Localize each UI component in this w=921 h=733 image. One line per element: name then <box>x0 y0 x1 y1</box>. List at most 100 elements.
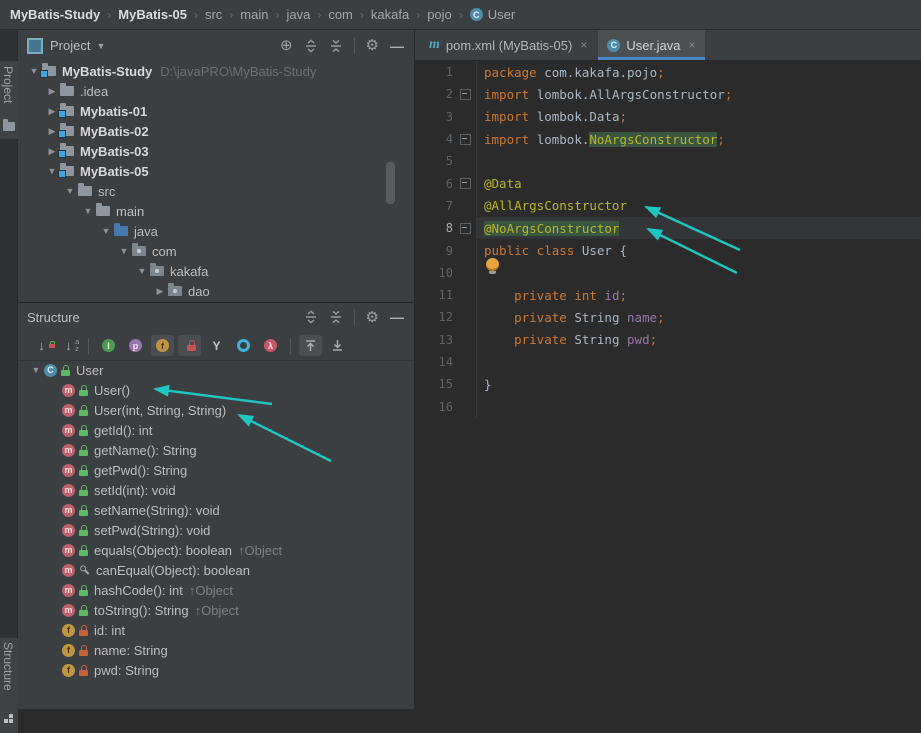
structure-tree-item[interactable]: m toString(): String ↑Object <box>18 600 414 620</box>
method-icon: m <box>62 503 75 517</box>
chevron-expanded-icon[interactable]: ▼ <box>116 246 132 256</box>
code-line[interactable]: 1 package com.kakafa.pojo; <box>415 61 921 84</box>
code-text: private int id; <box>476 283 921 307</box>
breadcrumb-separator: › <box>275 7 280 22</box>
structure-tree-item[interactable]: ▼ C User <box>18 360 414 380</box>
autoscroll-to-source-icon[interactable] <box>299 335 322 356</box>
project-tree-item[interactable]: ▶ MyBatis-03 <box>18 141 414 161</box>
project-tree-item[interactable]: ▼ src <box>18 181 414 201</box>
code-editor[interactable]: 1 package com.kakafa.pojo; 2 import lombok.… <box>415 60 921 709</box>
breadcrumb-item[interactable]: com <box>328 7 353 22</box>
show-lambdas-icon[interactable]: λ <box>259 335 282 356</box>
chevron-expanded-icon[interactable]: ▼ <box>28 365 44 375</box>
settings-icon[interactable]: ⚙ <box>366 38 379 53</box>
structure-tree-item[interactable]: m canEqual(Object): boolean <box>18 560 414 580</box>
structure-tree-item[interactable]: m setPwd(String): void <box>18 520 414 540</box>
chevron-down-icon[interactable]: ▼ <box>96 41 105 51</box>
fold-marker-icon[interactable] <box>460 88 471 100</box>
code-line[interactable]: 5 <box>415 150 921 173</box>
structure-tree-item[interactable]: m getId(): int <box>18 420 414 440</box>
project-tree-item[interactable]: ▶ .idea <box>18 81 414 101</box>
breadcrumb-item[interactable]: C User <box>469 7 515 22</box>
show-open-classes-icon[interactable] <box>232 335 255 356</box>
structure-tree-item[interactable]: m hashCode(): int ↑Object <box>18 580 414 600</box>
project-tree-item[interactable]: ▼ kakafa <box>18 261 414 281</box>
project-tree-item[interactable]: ▼ MyBatis-05 <box>18 161 414 181</box>
structure-item-label: setId(int): void <box>94 482 176 498</box>
chevron-expanded-icon[interactable]: ▼ <box>134 266 150 276</box>
locate-icon[interactable]: ⊕ <box>280 38 293 53</box>
project-scrollbar[interactable] <box>386 162 395 204</box>
code-line[interactable]: 2 import lombok.AllArgsConstructor; <box>415 83 921 106</box>
settings-icon[interactable]: ⚙ <box>366 310 379 325</box>
structure-tree-item[interactable]: m getName(): String <box>18 440 414 460</box>
code-line[interactable]: 7 @AllArgsConstructor <box>415 194 921 218</box>
structure-tree-item[interactable]: f name: String <box>18 640 414 660</box>
chevron-expanded-icon[interactable]: ▼ <box>62 186 78 196</box>
code-text <box>476 350 921 374</box>
structure-tree-item[interactable]: f pwd: String <box>18 660 414 680</box>
code-line[interactable]: 11 private int id; <box>415 283 921 307</box>
project-tree-item[interactable]: ▼ java <box>18 221 414 241</box>
sort-alphabetically-icon[interactable]: ↓ a z <box>57 335 80 356</box>
breadcrumb-item[interactable]: src <box>205 7 222 22</box>
fold-marker-icon[interactable] <box>460 222 471 234</box>
structure-tree-item[interactable]: m User() <box>18 380 414 400</box>
tool-button-structure[interactable]: Structure <box>0 638 18 733</box>
autoscroll-from-source-icon[interactable] <box>326 335 349 356</box>
fold-marker-icon[interactable] <box>460 178 471 190</box>
intention-bulb-icon[interactable] <box>486 258 499 274</box>
code-line[interactable]: 16 <box>415 395 921 418</box>
show-anonymous-classes-icon[interactable]: Y <box>205 335 228 356</box>
code-line[interactable]: 4 import lombok. NoArgsConstructor; <box>415 127 921 151</box>
structure-tree-item[interactable]: m setId(int): void <box>18 480 414 500</box>
show-fields-icon[interactable]: f <box>151 335 174 356</box>
tool-button-project[interactable]: Project <box>0 61 18 139</box>
breadcrumb-item[interactable]: kakafa <box>371 7 409 22</box>
breadcrumb-item[interactable]: java <box>286 7 310 22</box>
close-icon[interactable]: × <box>689 38 696 52</box>
structure-tree-item[interactable]: m User(int, String, String) <box>18 400 414 420</box>
project-tree-item[interactable]: ▼ com <box>18 241 414 261</box>
code-line[interactable]: 15} <box>415 373 921 396</box>
editor-tab[interactable]: C User.java × <box>598 30 705 60</box>
editor-tab[interactable]: m pom.xml (MyBatis-05) × <box>420 30 596 60</box>
expand-all-icon[interactable] <box>304 38 318 53</box>
structure-tree-item[interactable]: m getPwd(): String <box>18 460 414 480</box>
collapse-all-icon[interactable] <box>329 39 343 53</box>
code-line[interactable]: 14 <box>415 350 921 374</box>
project-tree-item[interactable]: ▶ MyBatis-02 <box>18 121 414 141</box>
structure-tree-item[interactable]: m equals(Object): boolean ↑Object <box>18 540 414 560</box>
breadcrumb-item[interactable]: pojo <box>427 7 452 22</box>
code-line[interactable]: 8 @NoArgsConstructor <box>415 217 921 240</box>
code-line[interactable]: 6 @Data <box>415 172 921 195</box>
chevron-collapsed-icon[interactable]: ▶ <box>44 86 60 97</box>
code-line[interactable]: 12 private String name; <box>415 306 921 329</box>
code-line[interactable]: 3 import lombok.Data; <box>415 105 921 128</box>
show-inherited-icon[interactable]: I <box>97 335 120 356</box>
hide-icon[interactable]: — <box>390 310 404 324</box>
code-text: package com.kakafa.pojo; <box>476 61 921 84</box>
chevron-collapsed-icon[interactable]: ▶ <box>152 286 168 297</box>
line-number: 4 <box>445 132 453 147</box>
project-tree-item[interactable]: ▶ dao <box>18 281 414 301</box>
fold-marker-icon[interactable] <box>460 133 471 145</box>
chevron-expanded-icon[interactable]: ▼ <box>80 206 96 216</box>
close-icon[interactable]: × <box>580 38 587 52</box>
show-non-public-icon[interactable] <box>178 335 201 356</box>
breadcrumb-item[interactable]: MyBatis-05 <box>118 7 187 22</box>
code-line[interactable]: 13 private String pwd; <box>415 328 921 351</box>
structure-tree-item[interactable]: m setName(String): void <box>18 500 414 520</box>
breadcrumb-item[interactable]: MyBatis-Study <box>10 7 100 22</box>
chevron-expanded-icon[interactable]: ▼ <box>98 226 114 236</box>
sort-by-visibility-icon[interactable]: ↓ <box>30 335 56 356</box>
breadcrumb-item[interactable]: main <box>240 7 268 22</box>
project-tree-item[interactable]: ▶ Mybatis-01 <box>18 101 414 121</box>
collapse-all-icon[interactable] <box>329 310 343 324</box>
project-tree-item[interactable]: ▼ MyBatis-Study D:\javaPRO\MyBatis-Study <box>18 61 414 81</box>
expand-all-icon[interactable] <box>304 310 318 324</box>
structure-tree-item[interactable]: f id: int <box>18 620 414 640</box>
show-properties-icon[interactable]: p <box>124 335 147 356</box>
hide-icon[interactable]: — <box>390 39 404 53</box>
project-tree-item[interactable]: ▼ main <box>18 201 414 221</box>
